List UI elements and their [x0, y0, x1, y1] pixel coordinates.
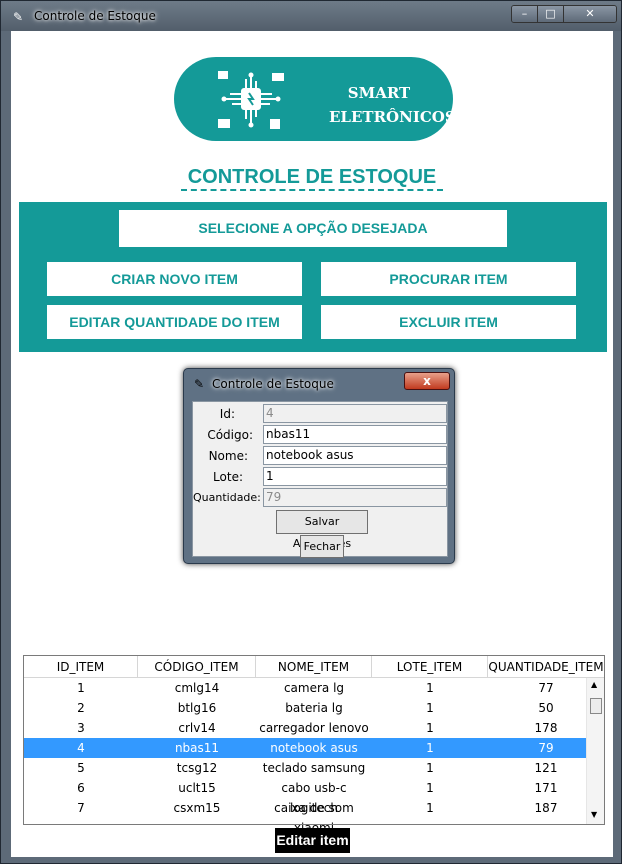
table-row[interactable]: 2 btlg16 bateria lg 1 50: [24, 698, 586, 718]
table-scrollbar[interactable]: ▲ ▼: [586, 678, 604, 824]
dialog-close-button[interactable]: x: [404, 372, 450, 390]
scroll-down-icon[interactable]: ▼: [591, 810, 597, 819]
window-title: Controle de Estoque: [34, 9, 156, 23]
cell-code: csxm15: [173, 801, 221, 815]
page-title: CONTROLE DE ESTOQUE: [181, 165, 443, 191]
cell-id: 1: [77, 681, 85, 695]
cell-lot: 1: [426, 721, 434, 735]
cell-code: uclt15: [178, 781, 216, 795]
code-label: Código:: [207, 428, 253, 442]
name-field[interactable]: notebook asus: [263, 446, 447, 465]
column-header-lot[interactable]: LOTE_ITEM: [372, 656, 488, 678]
minimize-button[interactable]: –: [512, 6, 538, 22]
logo: SMART ELETRÔNICOS: [174, 57, 456, 141]
dialog-form: Id: 4 Código: nbas11 Nome: notebook asus…: [192, 401, 448, 558]
cell-id: 5: [77, 761, 85, 775]
cell-name: cabo usb-c logitech: [281, 781, 347, 815]
feather-icon: ✎: [13, 10, 24, 24]
search-item-button[interactable]: PROCURAR ITEM: [321, 262, 576, 296]
prompt-label: SELECIONE A OPÇÃO DESEJADA: [119, 210, 507, 247]
cell-code: cmlg14: [174, 681, 220, 695]
lot-field[interactable]: 1: [263, 467, 447, 486]
edit-dialog: ✎ Controle de Estoque x Id: 4 Código: nb…: [183, 368, 455, 564]
edit-item-button[interactable]: Editar item: [275, 828, 350, 853]
cell-code: btlg16: [177, 701, 217, 715]
table-row[interactable]: 7 csxm15 caixa de som xiaomi 1 187: [24, 798, 586, 835]
quantity-field: 79: [263, 488, 447, 507]
table-row[interactable]: 3 crlv14 carregador lenovo 1 178: [24, 718, 586, 738]
logo-text: SMART ELETRÔNICOS: [329, 81, 456, 129]
cell-code: nbas11: [174, 741, 220, 755]
edit-quantity-button[interactable]: EDITAR QUANTIDADE DO ITEM: [47, 305, 302, 339]
table-row[interactable]: 5 tcsg12 teclado samsung 1 121: [24, 758, 586, 778]
column-header-code[interactable]: CÓDIGO_ITEM: [138, 656, 256, 678]
close-button[interactable]: ✕: [564, 6, 616, 22]
cell-name: bateria lg: [285, 701, 343, 715]
cell-id: 3: [77, 721, 85, 735]
save-changes-button[interactable]: Salvar Alterações: [276, 510, 368, 550]
cell-lot: 1: [426, 701, 434, 715]
logo-line-1: SMART: [347, 84, 411, 102]
cell-lot: 1: [426, 681, 434, 695]
cell-id: 4: [77, 741, 85, 755]
cell-lot: 1: [426, 741, 434, 755]
cell-lot: 1: [426, 801, 434, 815]
cell-name: notebook asus: [270, 741, 358, 755]
feather-icon: ✎: [194, 377, 205, 391]
cell-id: 2: [77, 701, 85, 715]
close-dialog-button[interactable]: Fechar: [300, 535, 344, 558]
cell-lot: 1: [426, 781, 434, 795]
logo-line-2: ELETRÔNICOS: [329, 108, 456, 126]
cell-id: 7: [77, 801, 85, 815]
id-field: 4: [263, 404, 447, 423]
create-item-button[interactable]: CRIAR NOVO ITEM: [47, 262, 302, 296]
cell-code: tcsg12: [176, 761, 218, 775]
cell-name: camera lg: [283, 681, 345, 695]
items-table[interactable]: ID_ITEM CÓDIGO_ITEM NOME_ITEM LOTE_ITEM …: [23, 655, 605, 835]
scroll-up-icon[interactable]: ▲: [591, 680, 597, 689]
options-panel: SELECIONE A OPÇÃO DESEJADA CRIAR NOVO IT…: [19, 202, 607, 352]
code-field[interactable]: nbas11: [263, 425, 447, 444]
column-header-id[interactable]: ID_ITEM: [24, 656, 138, 678]
id-label: Id:: [219, 407, 235, 421]
table-row-selected[interactable]: 4 nbas11 notebook asus 1 79: [24, 738, 586, 758]
column-header-quantity[interactable]: QUANTIDADE_ITEM: [488, 656, 604, 678]
dialog-title-bar[interactable]: ✎ Controle de Estoque x: [186, 371, 452, 397]
quantity-label: Quantidade:: [193, 491, 261, 504]
scrollbar-thumb[interactable]: [590, 698, 602, 714]
cell-name: caixa de som xiaomi: [274, 801, 354, 835]
title-bar[interactable]: ✎ Controle de Estoque – □ ✕: [1, 1, 621, 31]
cell-code: crlv14: [178, 721, 216, 735]
cell-lot: 1: [426, 761, 434, 775]
name-label: Nome:: [208, 449, 248, 463]
lot-label: Lote:: [213, 470, 243, 484]
cell-name: carregador lenovo: [259, 721, 369, 735]
window-controls: – □ ✕: [511, 5, 617, 23]
cell-id: 6: [77, 781, 85, 795]
maximize-button[interactable]: □: [538, 6, 564, 22]
dialog-title: Controle de Estoque: [212, 377, 334, 391]
table-row[interactable]: 1 cmlg14 camera lg 1 77: [24, 678, 586, 698]
cell-name: teclado samsung: [262, 761, 366, 775]
circuit-chip-icon: [218, 71, 284, 129]
table-row[interactable]: 6 uclt15 cabo usb-c logitech 1 171: [24, 778, 586, 815]
column-header-name[interactable]: NOME_ITEM: [256, 656, 372, 678]
delete-item-button[interactable]: EXCLUIR ITEM: [321, 305, 576, 339]
